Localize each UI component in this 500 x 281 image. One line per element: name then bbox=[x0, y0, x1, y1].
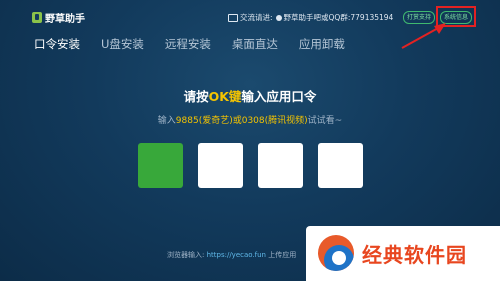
contact-info: 交流请进: 野草助手吧或QQ群: 779135194 bbox=[228, 12, 393, 23]
footer-suffix: 上传应用 bbox=[268, 251, 297, 259]
page-title: 请按OK键输入应用口令 bbox=[0, 86, 500, 105]
code-slot-4[interactable] bbox=[318, 143, 363, 188]
tab-password-install[interactable]: 口令安装 bbox=[34, 36, 80, 52]
code-slot-3[interactable] bbox=[258, 143, 303, 188]
contact-label: 交流请进: bbox=[240, 13, 273, 22]
app-logo-icon bbox=[32, 12, 42, 23]
hint-suffix: 试试看~ bbox=[307, 116, 343, 126]
chat-icon bbox=[228, 13, 238, 22]
tab-remote-install[interactable]: 远程安装 bbox=[165, 36, 211, 52]
tab-app-uninstall[interactable]: 应用卸载 bbox=[299, 36, 345, 52]
watermark-text: 经典软件园 bbox=[362, 243, 467, 267]
hint-text: 输入9885(爱奇艺)或0308(腾讯视频)试试看~ bbox=[0, 113, 500, 126]
watermark-logo-icon bbox=[318, 235, 354, 271]
tab-usb-install[interactable]: U盘安装 bbox=[101, 36, 144, 52]
title-key: OK键 bbox=[208, 89, 242, 104]
footer-upload-hint: 浏览器输入: https://yecao.fun 上传应用 bbox=[167, 250, 296, 260]
group-text: 野草助手吧或QQ群: bbox=[283, 13, 351, 22]
tab-bar: 口令安装 U盘安装 远程安装 桌面直达 应用卸载 bbox=[34, 36, 366, 52]
footer-url[interactable]: https://yecao.fun bbox=[207, 251, 266, 259]
app-name: 野草助手 bbox=[45, 14, 85, 25]
title-prefix: 请按 bbox=[183, 89, 209, 104]
footer-label: 浏览器输入: bbox=[167, 251, 205, 259]
qq-number: 779135194 bbox=[350, 13, 394, 22]
hint-prefix: 输入 bbox=[157, 116, 176, 126]
code-slot-2[interactable] bbox=[198, 143, 243, 188]
tab-desktop-direct[interactable]: 桌面直达 bbox=[232, 36, 278, 52]
annotation-arrow-icon bbox=[401, 23, 446, 49]
watermark: 经典软件园 bbox=[306, 226, 500, 281]
user-icon bbox=[275, 14, 282, 21]
title-suffix: 输入应用口令 bbox=[241, 89, 317, 104]
code-slot-1[interactable] bbox=[138, 143, 183, 188]
hint-code: 9885(爱奇艺)或0308(腾讯视频) bbox=[175, 116, 308, 126]
app-logo: 野草助手 bbox=[32, 10, 85, 25]
